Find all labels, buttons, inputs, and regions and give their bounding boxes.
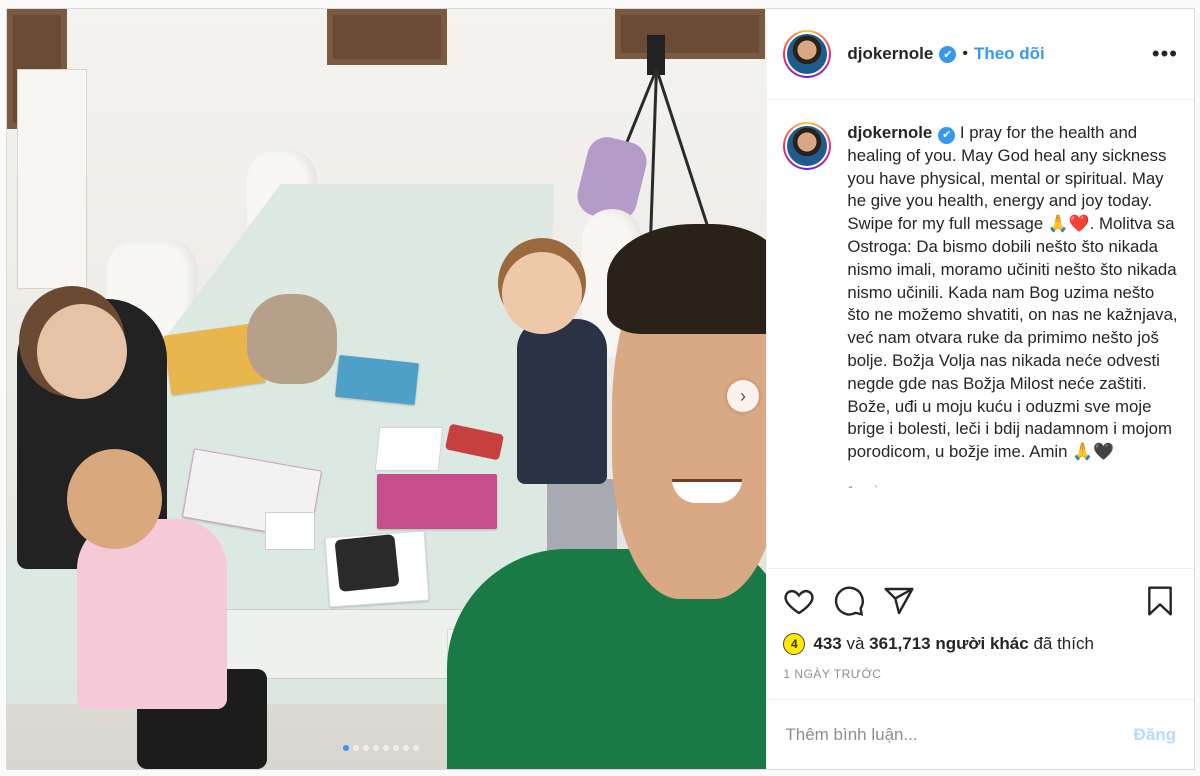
comment-input[interactable]: [785, 724, 1134, 745]
carousel-dot: [413, 745, 419, 751]
chevron-right-icon: ›: [740, 385, 746, 406]
action-icons: [783, 583, 1178, 619]
liker-avatar[interactable]: 4: [783, 633, 806, 655]
likes-suffix: đã thích: [1033, 634, 1094, 653]
photo-bowl: [265, 512, 315, 550]
likes-line: 4 433 và 361,713 người khác đã thích: [783, 633, 1178, 655]
carousel-dot: [353, 745, 359, 751]
photo-window: [327, 9, 447, 65]
photo-book: [377, 474, 497, 529]
photo-person-toddler-head: [67, 449, 162, 549]
comment-bar: Đăng: [767, 699, 1194, 769]
carousel-dot: [383, 745, 389, 751]
verified-badge-icon: ✔: [938, 126, 956, 144]
next-photo-button[interactable]: ›: [727, 380, 759, 412]
caption-avatar[interactable]: [783, 122, 832, 170]
verified-badge-icon: ✔: [939, 45, 957, 63]
caption-time: 1 ngày: [847, 480, 1178, 488]
avatar[interactable]: [783, 30, 832, 78]
photo-book: [335, 354, 419, 406]
photo-door: [17, 69, 87, 289]
caption-body: I pray for the health and healing of you…: [847, 123, 1178, 462]
bookmark-icon[interactable]: [1144, 585, 1176, 617]
post-dialog: › djokernole ✔ • Theo dõi ••• djokernole…: [6, 8, 1195, 770]
photo-person-girl-head: [37, 304, 127, 399]
header-separator: •: [962, 45, 968, 62]
photo-person-boy-head: [502, 252, 582, 334]
follow-button[interactable]: Theo dõi: [974, 44, 1045, 64]
carousel-dot: [343, 745, 349, 751]
share-icon[interactable]: [883, 585, 915, 617]
post-header: djokernole ✔ • Theo dõi •••: [767, 9, 1194, 100]
likes-others[interactable]: 361,713 người khác: [869, 634, 1029, 654]
comment-icon[interactable]: [833, 585, 865, 617]
carousel-dot: [403, 745, 409, 751]
post-side-panel: djokernole ✔ • Theo dõi ••• djokernole ✔ …: [766, 9, 1194, 769]
post-photo[interactable]: ›: [7, 9, 767, 769]
heart-icon[interactable]: [783, 585, 815, 617]
post-comment-button[interactable]: Đăng: [1134, 725, 1177, 745]
caption-text-block: djokernole ✔ I pray for the health and he…: [847, 122, 1178, 568]
carousel-dots: [343, 745, 419, 751]
likes-count[interactable]: 433: [813, 634, 841, 654]
caption-username[interactable]: djokernole: [847, 123, 932, 142]
carousel-dot: [393, 745, 399, 751]
photo-person-boy: [517, 319, 607, 484]
photo-person-man-hair: [607, 224, 767, 334]
header-username[interactable]: djokernole: [847, 44, 933, 64]
more-options-icon[interactable]: •••: [1152, 41, 1178, 67]
carousel-dot: [363, 745, 369, 751]
post-actions: 4 433 và 361,713 người khác đã thích 1 N…: [767, 568, 1194, 681]
posted-time: 1 NGÀY TRƯỚC: [783, 667, 882, 681]
photo-person-toddler: [77, 519, 227, 709]
photo-plush-toy: [247, 294, 337, 384]
caption-section: djokernole ✔ I pray for the health and he…: [767, 100, 1194, 568]
photo-phone: [334, 534, 400, 592]
photo-bowl: [374, 427, 444, 471]
likes-joiner: và: [846, 634, 865, 653]
carousel-dot: [373, 745, 379, 751]
